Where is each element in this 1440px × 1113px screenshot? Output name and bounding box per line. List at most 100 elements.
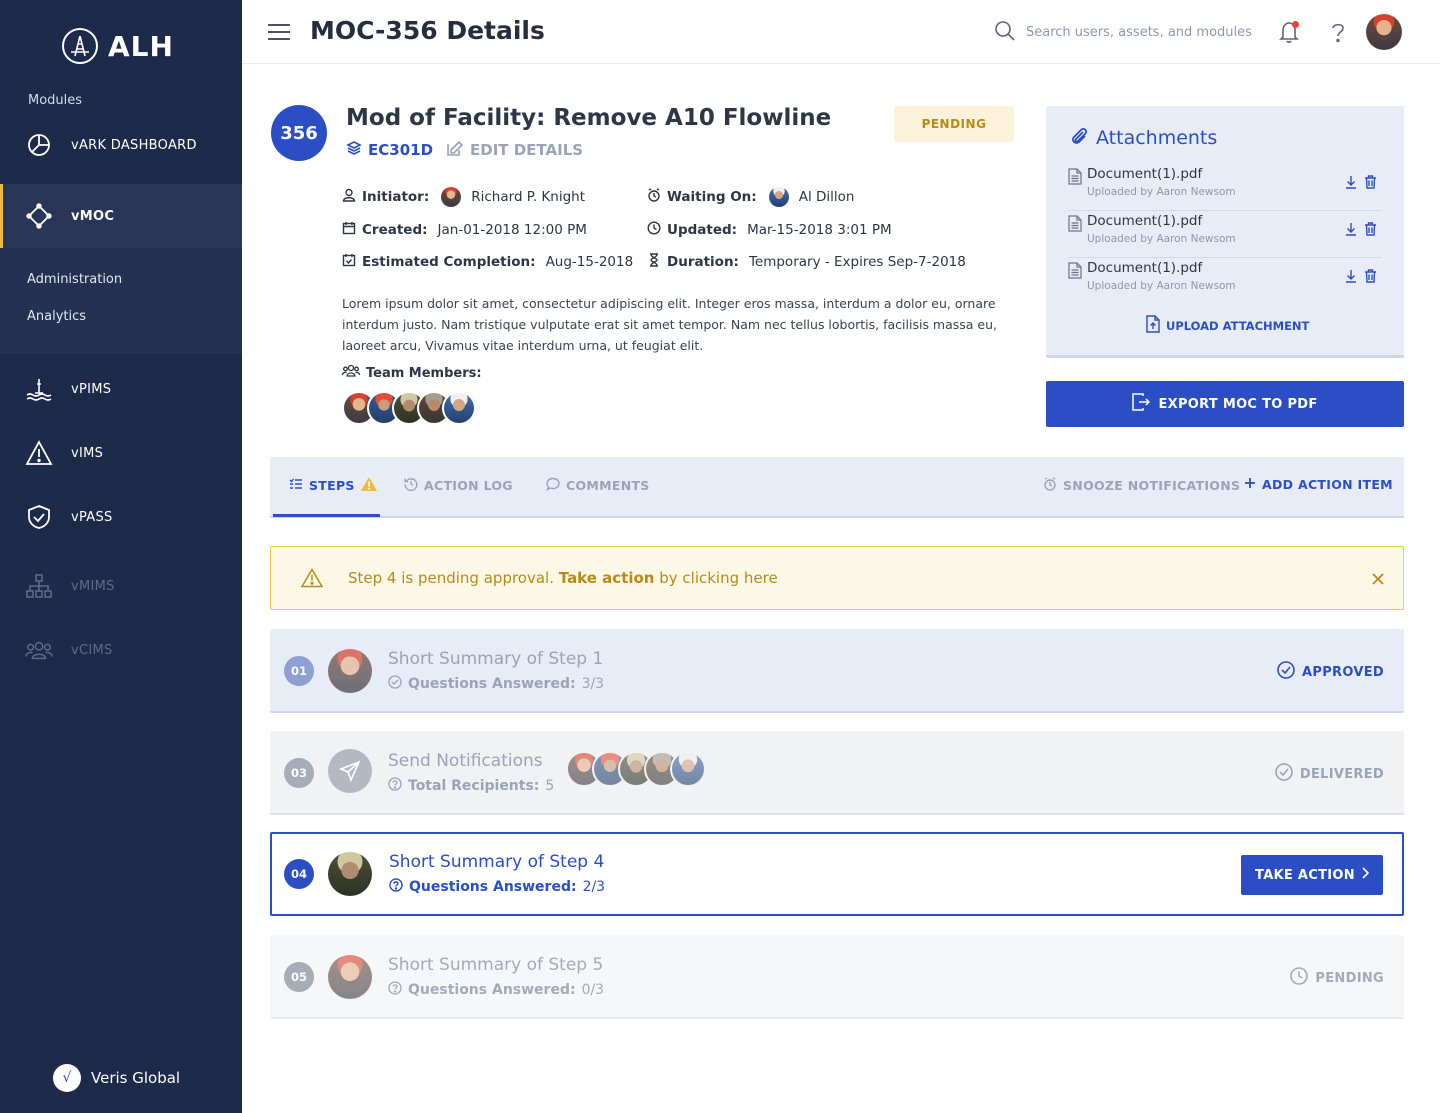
- moc-code-label: EC301D: [368, 141, 434, 159]
- sidebar-item-vmims[interactable]: vMIMS: [0, 554, 242, 618]
- step-number: 01: [284, 656, 314, 686]
- initiator-avatar: [441, 187, 462, 207]
- step-title: Send Notifications: [388, 751, 543, 771]
- question-circle-icon: [388, 981, 402, 999]
- alarm-clock-icon: [1043, 477, 1057, 494]
- take-action-button[interactable]: TAKE ACTION: [1241, 855, 1383, 895]
- download-icon[interactable]: [1344, 174, 1358, 193]
- upload-attachment-button[interactable]: UPLOAD ATTACHMENT: [1146, 315, 1309, 336]
- attachment-name: Document(1).pdf: [1087, 166, 1203, 182]
- sidebar-item-vcims[interactable]: vCIMS: [0, 618, 242, 682]
- search-icon[interactable]: [994, 20, 1016, 46]
- export-pdf-button[interactable]: EXPORT MOC TO PDF: [1046, 381, 1404, 427]
- attachment-name: Document(1).pdf: [1087, 260, 1203, 276]
- question-circle-icon: [389, 878, 403, 896]
- sidebar-item-vmoc[interactable]: vMOC: [0, 184, 242, 248]
- sidebar-item-label: vIMS: [71, 445, 104, 461]
- top-header: MOC-356 Details: [242, 0, 1440, 64]
- initiator-name[interactable]: Richard P. Knight: [471, 189, 585, 205]
- step-assignee-avatar: [328, 852, 372, 896]
- sidebar-item-label: vCIMS: [71, 642, 113, 658]
- help-icon[interactable]: [1327, 20, 1349, 48]
- search-input[interactable]: [1026, 21, 1256, 43]
- step-title: Short Summary of Step 1: [388, 649, 604, 669]
- shield-check-icon: [25, 503, 53, 531]
- paper-plane-icon: [328, 749, 372, 793]
- trash-icon[interactable]: [1364, 221, 1377, 240]
- updated-row: Updated: Mar-15-2018 3:01 PM: [647, 221, 892, 239]
- user-avatar[interactable]: [1366, 14, 1402, 50]
- attachment-row[interactable]: Document(1).pdf Uploaded by Aaron Newsom: [1068, 211, 1382, 258]
- edit-details-button[interactable]: EDIT DETAILS: [446, 140, 583, 160]
- sidebar-item-vpass[interactable]: vPASS: [0, 485, 242, 549]
- sidebar: ALH Modules vARK DASHBOARD vMOC Administ…: [0, 0, 242, 1113]
- attachments-panel: Attachments Document(1).pdf Uploaded by …: [1046, 106, 1404, 358]
- tab-steps[interactable]: STEPS: [289, 477, 377, 494]
- alert-message: Step 4 is pending approval. Take action …: [348, 569, 778, 587]
- add-action-item-label: ADD ACTION ITEM: [1262, 477, 1393, 492]
- step-card-04[interactable]: 04 Short Summary of Step 4 Questions Ans…: [270, 832, 1404, 916]
- team-member-avatar[interactable]: [442, 391, 476, 425]
- user-icon: [342, 188, 356, 206]
- waiting-on-name[interactable]: Al Dillon: [799, 189, 855, 205]
- step-progress-label: Total Recipients:: [408, 778, 540, 794]
- vmoc-subnav: Administration Analytics: [0, 248, 242, 354]
- estimated-completion-value: Aug-15-2018: [545, 254, 634, 270]
- step-number: 04: [284, 859, 314, 889]
- step-card-01[interactable]: 01 Short Summary of Step 1 Questions Ans…: [270, 629, 1404, 713]
- check-circle-icon: [1277, 661, 1295, 683]
- moc-description: Lorem ipsum dolor sit amet, consectetur …: [342, 296, 998, 353]
- snooze-notifications-label: SNOOZE NOTIFICATIONS: [1063, 478, 1241, 493]
- subnav-item-administration[interactable]: Administration: [27, 272, 122, 287]
- add-action-item-button[interactable]: ADD ACTION ITEM: [1244, 477, 1393, 492]
- attachment-row[interactable]: Document(1).pdf Uploaded by Aaron Newsom: [1068, 258, 1382, 305]
- sidebar-item-label: vMIMS: [71, 578, 115, 594]
- step-card-03[interactable]: 03 Send Notifications Total Recipients: …: [270, 731, 1404, 815]
- step-number: 03: [284, 758, 314, 788]
- download-icon[interactable]: [1344, 221, 1358, 240]
- step-card-05[interactable]: 05 Short Summary of Step 5 Questions Ans…: [270, 935, 1404, 1019]
- pie-chart-icon: [25, 131, 53, 159]
- sidebar-item-vpims[interactable]: vPIMS: [0, 357, 242, 421]
- step-number: 05: [284, 962, 314, 992]
- menu-icon[interactable]: [268, 24, 290, 45]
- veris-global-footer[interactable]: √ Veris Global: [53, 1064, 180, 1092]
- oil-rig-logo-icon: [62, 28, 98, 64]
- moc-code[interactable]: EC301D: [346, 140, 433, 160]
- upload-attachment-label: UPLOAD ATTACHMENT: [1166, 318, 1310, 333]
- tab-action-log[interactable]: ACTION LOG: [404, 477, 513, 494]
- document-icon: [1068, 168, 1082, 189]
- comment-icon: [546, 477, 560, 494]
- layers-icon: [346, 140, 362, 160]
- trash-icon[interactable]: [1364, 174, 1377, 193]
- org-chart-icon: [25, 572, 53, 600]
- trash-icon[interactable]: [1364, 268, 1377, 287]
- sidebar-item-vims[interactable]: vIMS: [0, 421, 242, 485]
- download-icon[interactable]: [1344, 268, 1358, 287]
- export-pdf-label: EXPORT MOC TO PDF: [1158, 396, 1318, 412]
- snooze-notifications-button[interactable]: SNOOZE NOTIFICATIONS: [1043, 477, 1240, 494]
- clock-icon: [1290, 967, 1309, 989]
- attachment-row[interactable]: Document(1).pdf Uploaded by Aaron Newsom: [1068, 164, 1382, 211]
- moc-title: Mod of Facility: Remove A10 Flowline: [346, 105, 832, 131]
- oil-rig-icon: [25, 375, 53, 403]
- created-label: Created:: [362, 222, 428, 238]
- recipient-avatars: [566, 751, 706, 787]
- team-members-avatars: [342, 391, 476, 425]
- step-progress-value: 5: [545, 778, 555, 794]
- tab-comments[interactable]: COMMENTS: [546, 477, 650, 494]
- team-members-heading: Team Members:: [341, 364, 482, 382]
- step-progress-label: Questions Answered:: [409, 879, 577, 895]
- close-icon[interactable]: [1371, 571, 1385, 590]
- calendar-icon: [342, 221, 356, 239]
- edit-icon: [446, 140, 464, 160]
- attachment-uploader: Uploaded by Aaron Newsom: [1087, 186, 1236, 198]
- sidebar-item-vark-dashboard[interactable]: vARK DASHBOARD: [0, 113, 242, 177]
- take-action-link[interactable]: Take action: [559, 569, 655, 587]
- brand[interactable]: ALH: [62, 28, 174, 64]
- alarm-clock-icon: [647, 188, 661, 206]
- step-status: APPROVED: [1277, 661, 1384, 683]
- modules-label: Modules: [28, 93, 83, 108]
- subnav-item-analytics[interactable]: Analytics: [27, 309, 86, 324]
- team-members-label: Team Members:: [366, 365, 482, 381]
